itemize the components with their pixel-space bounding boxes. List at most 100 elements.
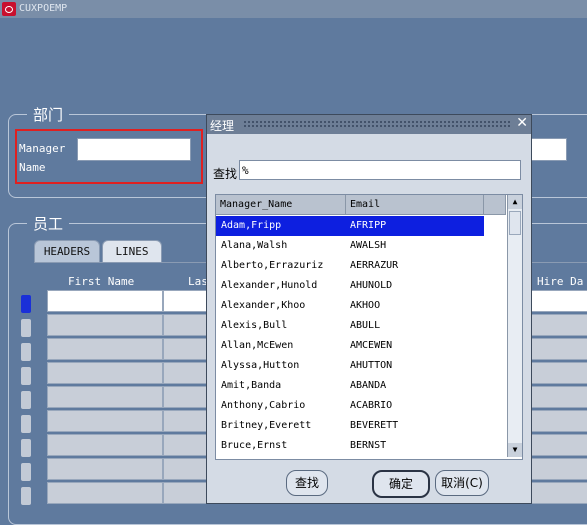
grid-cell[interactable] <box>530 410 587 432</box>
grid-cell[interactable] <box>47 482 163 504</box>
oracle-logo-icon <box>2 2 16 16</box>
window-titlebar: CUXPOEMP <box>0 0 587 18</box>
row-indicator[interactable] <box>21 463 31 481</box>
grid-cell[interactable] <box>163 386 209 408</box>
find-label: 查找 <box>213 167 238 181</box>
department-section-label: 部门 <box>27 104 70 125</box>
grid-cell[interactable] <box>163 290 209 312</box>
grid-cell[interactable] <box>530 458 587 480</box>
close-icon[interactable]: ✕ <box>516 115 528 131</box>
grid-cell[interactable] <box>163 314 209 336</box>
scroll-down-icon[interactable]: ▼ <box>508 443 522 457</box>
grid-cell[interactable] <box>163 410 209 432</box>
row-indicator[interactable] <box>21 439 31 457</box>
email-cell: AHUTTON <box>350 360 393 371</box>
first-name-header: First Name <box>68 275 135 288</box>
manager-row[interactable]: Alexander,Khoo AKHOO <box>216 296 484 316</box>
email-cell: AFRIPP <box>350 220 387 231</box>
grid-cell[interactable] <box>163 434 209 456</box>
grid-cell[interactable] <box>47 314 163 336</box>
manager-row[interactable]: Alyssa,Hutton AHUTTON <box>216 356 484 376</box>
email-cell: ACABRIO <box>350 400 393 411</box>
manager-row[interactable]: Britney,Everett BEVERETT <box>216 416 484 436</box>
manager-name-cell: Amit,Banda <box>221 380 282 391</box>
tab-lines[interactable]: LINES <box>102 240 162 263</box>
manager-name-cell: Alyssa,Hutton <box>221 360 300 371</box>
manager-list: Manager_Name Email Adam,Fripp AFRIPP Alana… <box>215 194 523 460</box>
grid-cell[interactable] <box>47 290 163 312</box>
manager-row[interactable]: Amit,Banda ABANDA <box>216 376 484 396</box>
grid-cell[interactable] <box>530 338 587 360</box>
email-cell: AMCEWEN <box>350 340 393 351</box>
email-cell: BERNST <box>350 440 387 451</box>
hire-date-header: Hire Da <box>537 275 584 288</box>
row-indicator[interactable] <box>21 391 31 409</box>
window-title: CUXPOEMP <box>19 3 68 14</box>
grid-cell[interactable] <box>163 458 209 480</box>
email-cell: ABANDA <box>350 380 387 391</box>
grid-cell[interactable] <box>47 362 163 384</box>
dialog-title: 经理 <box>210 119 235 133</box>
grid-cell[interactable] <box>163 338 209 360</box>
tab-headers[interactable]: HEADERS <box>34 240 100 263</box>
grid-cell[interactable] <box>47 434 163 456</box>
manager-name-cell: Alberto,Errazuriz <box>221 260 324 271</box>
grid-cell[interactable] <box>530 386 587 408</box>
grid-cell[interactable] <box>530 362 587 384</box>
row-indicator[interactable] <box>21 319 31 337</box>
email-cell: AKHOO <box>350 300 381 311</box>
grid-cell[interactable] <box>530 314 587 336</box>
titlebar-drag-handle[interactable] <box>243 120 511 129</box>
manager-row[interactable]: Alberto,Errazuriz AERRAZUR <box>216 256 484 276</box>
dialog-titlebar[interactable]: 经理 ✕ <box>207 115 531 134</box>
email-cell: ABULL <box>350 320 381 331</box>
grid-cell[interactable] <box>530 482 587 504</box>
grid-cell[interactable] <box>163 362 209 384</box>
row-indicator[interactable] <box>21 415 31 433</box>
column-header-manager-name[interactable]: Manager_Name <box>216 195 346 215</box>
grid-cell[interactable] <box>47 410 163 432</box>
manager-name-cell: Alexander,Khoo <box>221 300 306 311</box>
row-indicator[interactable] <box>21 295 31 313</box>
grid-cell[interactable] <box>163 482 209 504</box>
manager-name-cell: Bruce,Ernst <box>221 440 288 451</box>
manager-row[interactable]: Alexis,Bull ABULL <box>216 316 484 336</box>
last-name-header: Las <box>188 275 208 288</box>
manager-name-cell: Adam,Fripp <box>221 220 282 231</box>
manager-name-field[interactable] <box>77 138 191 161</box>
list-scrollbar[interactable]: ▲ ▼ <box>507 195 522 457</box>
grid-cell[interactable] <box>530 290 587 312</box>
row-indicator[interactable] <box>21 367 31 385</box>
manager-row[interactable]: Allan,McEwen AMCEWEN <box>216 336 484 356</box>
email-cell: AERRAZUR <box>350 260 399 271</box>
manager-name-cell: Alana,Walsh <box>221 240 288 251</box>
grid-cell[interactable] <box>47 458 163 480</box>
manager-name-cell: Britney,Everett <box>221 420 312 431</box>
manager-name-cell: Alexis,Bull <box>221 320 288 331</box>
ok-button[interactable]: 确定 <box>372 470 430 498</box>
manager-label: Manager <box>19 142 66 155</box>
manager-row[interactable]: Alexander,Hunold AHUNOLD <box>216 276 484 296</box>
scroll-up-icon[interactable]: ▲ <box>508 195 522 209</box>
manager-row[interactable]: Bruce,Ernst BERNST <box>216 436 484 456</box>
manager-row[interactable]: Alana,Walsh AWALSH <box>216 236 484 256</box>
manager-row[interactable]: Adam,Fripp AFRIPP <box>216 216 484 236</box>
find-button[interactable]: 查找 <box>286 470 328 496</box>
grid-cell[interactable] <box>47 386 163 408</box>
manager-row[interactable]: Anthony,Cabrio ACABRIO <box>216 396 484 416</box>
manager-name-cell: Anthony,Cabrio <box>221 400 306 411</box>
scroll-thumb[interactable] <box>509 211 521 235</box>
manager-name-cell: Allan,McEwen <box>221 340 294 351</box>
row-indicator[interactable] <box>21 487 31 505</box>
department-field[interactable] <box>530 138 567 161</box>
email-cell: AHUNOLD <box>350 280 393 291</box>
find-input[interactable]: % <box>239 160 521 180</box>
grid-cell[interactable] <box>47 338 163 360</box>
grid-cell[interactable] <box>530 434 587 456</box>
manager-name-label: Name <box>19 161 46 174</box>
column-header-email[interactable]: Email <box>346 195 484 215</box>
employees-section-label: 员工 <box>27 213 70 234</box>
row-indicator[interactable] <box>21 343 31 361</box>
cancel-button[interactable]: 取消(C) <box>435 470 489 496</box>
manager-lov-dialog: 经理 ✕ 查找 % Manager_Name Email Adam,Fripp A… <box>206 114 532 504</box>
